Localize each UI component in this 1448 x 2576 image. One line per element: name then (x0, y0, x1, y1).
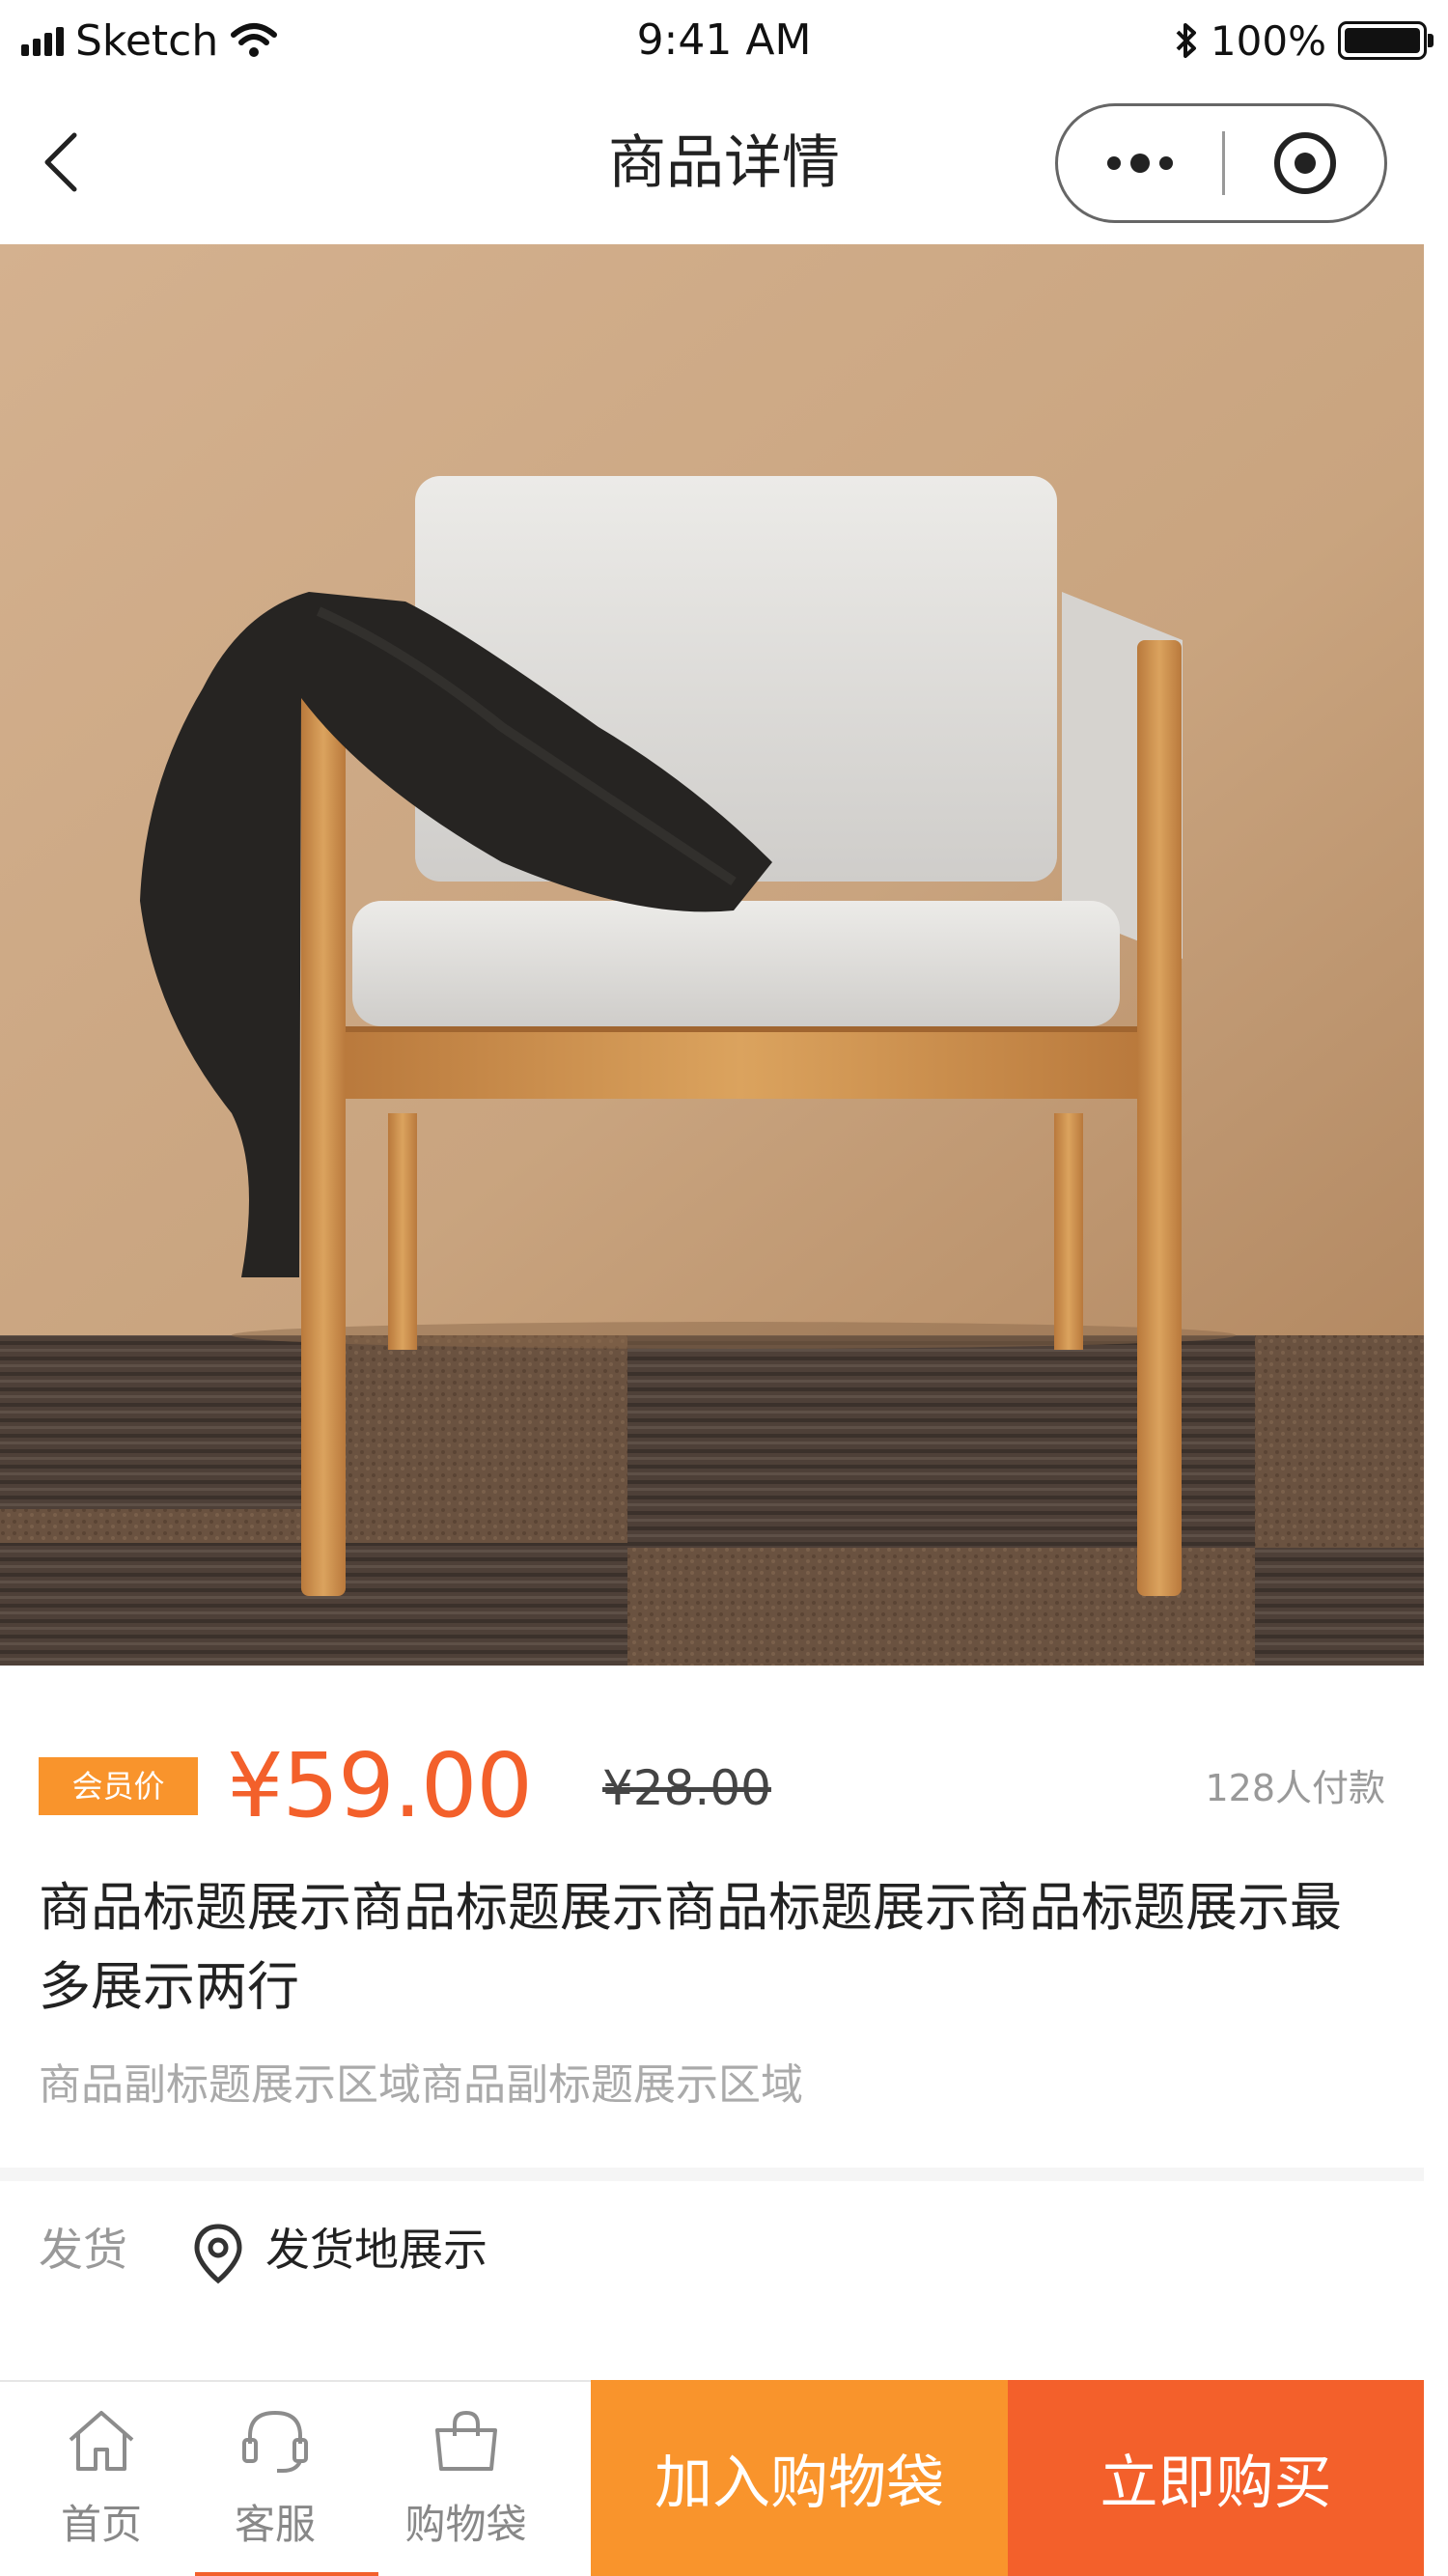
add-to-cart-button[interactable]: 加入购物袋 (591, 2380, 1008, 2576)
member-price-tag: 会员价 (39, 1757, 198, 1815)
original-price: ¥28.00 (602, 1760, 771, 1816)
location-icon (194, 2224, 242, 2284)
battery-icon (1338, 21, 1434, 60)
mini-program-capsule (1055, 103, 1387, 223)
tab-customer-service[interactable]: 客服 (203, 2382, 348, 2576)
status-right: 100% (1174, 12, 1434, 70)
close-button[interactable] (1225, 106, 1384, 220)
bottom-action-bar: 首页 客服 购物袋 加入购物袋 立即购买 (0, 2380, 1424, 2576)
product-detail-page: Sketch 9:41 AM 100% 商品详情 会员价 ¥59.00 ¥28.… (0, 0, 1448, 2576)
more-button[interactable] (1058, 106, 1222, 220)
chair-product-photo (0, 244, 1424, 1666)
price-row: 会员价 ¥59.00 ¥28.00 128人付款 (0, 1738, 1424, 1844)
shopping-bag-icon (434, 2410, 497, 2471)
headset-icon (242, 2410, 308, 2473)
tab-service-label: 客服 (234, 2501, 316, 2548)
buy-now-button[interactable]: 立即购买 (1008, 2380, 1424, 2576)
close-target-icon (1273, 132, 1336, 194)
sales-count: 128人付款 (1205, 1767, 1385, 1809)
product-image-carousel[interactable] (0, 244, 1424, 1666)
bluetooth-icon (1176, 23, 1196, 58)
status-bar: Sketch 9:41 AM 100% (0, 0, 1448, 82)
battery-percent: 100% (1210, 16, 1326, 65)
more-icon (1107, 156, 1121, 170)
tab-active-indicator (195, 2572, 378, 2576)
tab-shopping-bag[interactable]: 购物袋 (386, 2382, 545, 2576)
tab-home[interactable]: 首页 (39, 2382, 164, 2576)
shipping-row: 发货 发货地展示 (0, 2201, 1424, 2298)
product-subtitle: 商品副标题展示区域商品副标题展示区域 (39, 2060, 803, 2110)
current-price: ¥59.00 (227, 1734, 533, 1837)
shipping-label: 发货 (39, 2224, 127, 2276)
tab-bag-label: 购物袋 (404, 2501, 527, 2548)
section-divider (0, 2168, 1424, 2181)
product-title: 商品标题展示商品标题展示商品标题展示商品标题展示最多展示两行 (39, 1877, 1342, 2017)
home-icon (69, 2411, 134, 2471)
nav-bar: 商品详情 (0, 82, 1448, 244)
shipping-origin: 发货地展示 (265, 2224, 487, 2276)
tab-home-label: 首页 (60, 2501, 142, 2548)
